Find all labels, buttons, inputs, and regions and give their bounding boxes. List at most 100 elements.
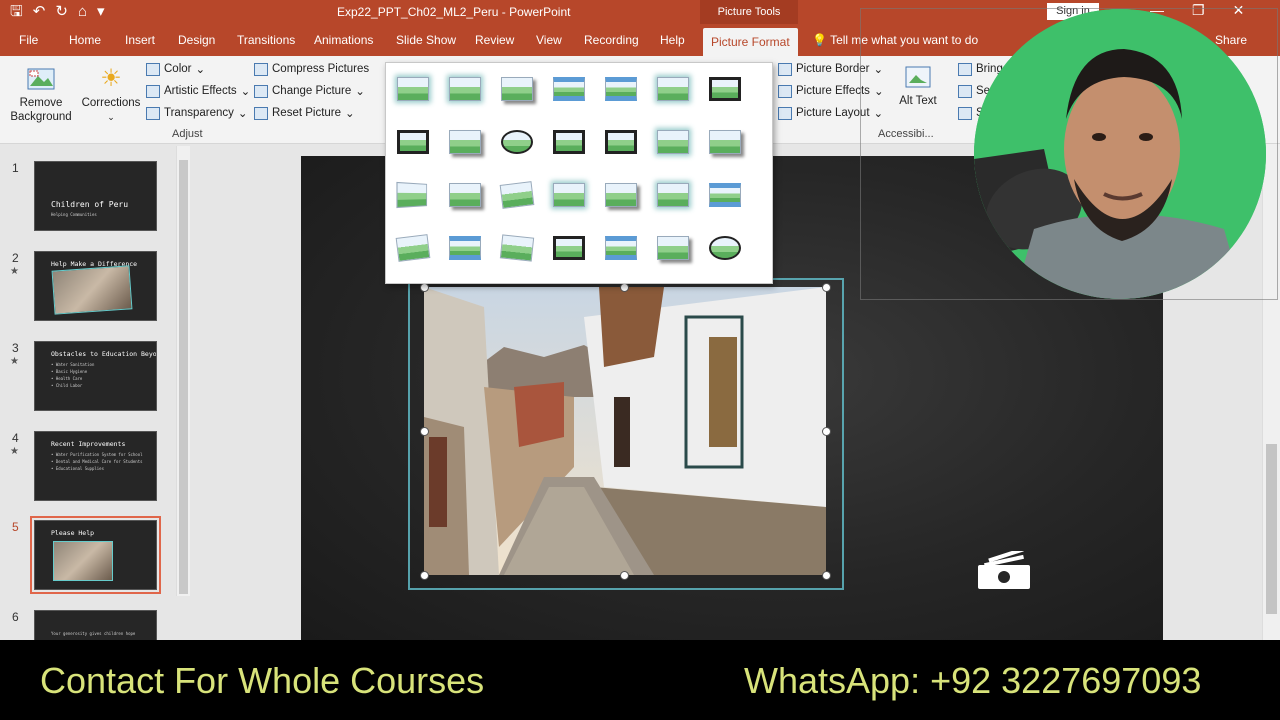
picture-style-preview-icon — [449, 130, 481, 154]
slide-thumbnail-1[interactable]: Children of Peru Helping Communities — [34, 161, 157, 231]
picture-style-option[interactable] — [602, 232, 640, 264]
picture-style-option[interactable] — [706, 179, 744, 211]
promo-banner: Contact For Whole Courses WhatsApp: +92 … — [0, 640, 1280, 720]
picture-style-option[interactable] — [550, 179, 588, 211]
slide-thumbnail-title: Obstacles to Education Beyond 6th Grade — [51, 350, 157, 358]
picture-effects-icon — [778, 84, 792, 98]
picture-style-option[interactable] — [550, 126, 588, 158]
slide-thumbnail-4[interactable]: Recent Improvements • Water Purification … — [34, 431, 157, 501]
resize-handle[interactable] — [620, 571, 629, 580]
reset-picture-button[interactable]: Reset Picture ⌄ — [254, 104, 355, 122]
tab-picture-format[interactable]: Picture Format — [703, 28, 798, 56]
tab-help[interactable]: Help — [660, 33, 685, 47]
resize-handle[interactable] — [420, 283, 429, 292]
picture-style-option[interactable] — [550, 73, 588, 105]
picture-style-option[interactable] — [394, 126, 432, 158]
picture-style-option[interactable] — [498, 232, 536, 264]
picture-style-preview-icon — [657, 236, 689, 260]
tab-animations[interactable]: Animations — [314, 33, 373, 47]
thumbnails-scrollbar[interactable] — [176, 146, 190, 596]
redo-icon[interactable]: ↻ — [55, 3, 68, 21]
present-icon[interactable]: ⌂ — [78, 3, 87, 21]
picture-style-option[interactable] — [602, 73, 640, 105]
picture-style-option[interactable] — [498, 126, 536, 158]
slide-thumbnails-pane: 1 Children of Peru Helping Communities 2 ★ He… — [0, 144, 194, 680]
resize-handle[interactable] — [822, 571, 831, 580]
quick-access-toolbar: 🖫 ↶ ↻ ⌂ ▾ — [10, 3, 105, 21]
picture-style-option[interactable] — [446, 232, 484, 264]
color-button[interactable]: Color ⌄ — [146, 60, 205, 78]
picture-style-preview-icon — [605, 236, 637, 260]
picture-style-option[interactable] — [654, 179, 692, 211]
slide-thumbnail-line: Your generosity gives children hope — [51, 631, 136, 636]
tab-view[interactable]: View — [536, 33, 562, 47]
picture-style-option[interactable] — [550, 232, 588, 264]
picture-style-option[interactable] — [706, 73, 744, 105]
resize-handle[interactable] — [822, 283, 831, 292]
picture-style-option[interactable] — [498, 73, 536, 105]
picture-style-option[interactable] — [446, 73, 484, 105]
picture-style-preview-icon — [605, 183, 637, 207]
picture-style-option[interactable] — [446, 179, 484, 211]
picture-style-option[interactable] — [394, 73, 432, 105]
resize-handle[interactable] — [822, 427, 831, 436]
picture-style-option[interactable] — [654, 126, 692, 158]
tab-transitions[interactable]: Transitions — [237, 33, 295, 47]
resize-handle[interactable] — [420, 571, 429, 580]
picture-style-preview-icon — [605, 130, 637, 154]
picture-style-option[interactable] — [602, 179, 640, 211]
resize-handle[interactable] — [420, 427, 429, 436]
picture-style-preview-icon — [553, 130, 585, 154]
picture-style-option[interactable] — [706, 126, 744, 158]
remove-background-label: Remove Background — [10, 97, 72, 123]
save-icon[interactable]: 🖫 — [10, 3, 23, 21]
tab-review[interactable]: Review — [475, 33, 514, 47]
picture-style-preview-icon — [395, 234, 431, 262]
picture-style-option[interactable] — [706, 232, 744, 264]
powerpoint-window: 🖫 ↶ ↻ ⌂ ▾ Exp22_PPT_Ch02_ML2_Peru - Powe… — [0, 0, 1280, 720]
artistic-effects-label: Artistic Effects — [164, 85, 237, 97]
picture-style-option[interactable] — [498, 179, 536, 211]
picture-style-option[interactable] — [602, 126, 640, 158]
resize-handle[interactable] — [620, 283, 629, 292]
slide-thumbnail-5[interactable]: Please Help — [30, 516, 161, 594]
picture-border-label: Picture Border — [796, 63, 870, 75]
remove-background-icon — [26, 66, 56, 92]
picture-style-preview-icon — [657, 183, 689, 207]
slide-thumbnail-2[interactable]: Help Make a Difference — [34, 251, 157, 321]
compress-pictures-button[interactable]: Compress Pictures — [254, 60, 369, 78]
picture-style-preview-icon — [553, 236, 585, 260]
selected-picture-street[interactable] — [424, 287, 826, 575]
remove-background-button[interactable]: Remove Background — [8, 62, 74, 124]
tab-file[interactable]: File — [19, 33, 38, 47]
picture-style-option[interactable] — [394, 179, 432, 211]
slide-number: 6 — [12, 610, 19, 624]
tab-recording[interactable]: Recording — [584, 33, 639, 47]
undo-icon[interactable]: ↶ — [33, 3, 46, 21]
tab-insert[interactable]: Insert — [125, 33, 155, 47]
picture-style-option[interactable] — [654, 232, 692, 264]
chevron-down-icon: ⌄ — [237, 108, 248, 120]
transparency-icon — [146, 106, 160, 120]
tab-slide-show[interactable]: Slide Show — [396, 33, 456, 47]
change-picture-button[interactable]: Change Picture ⌄ — [254, 82, 365, 100]
slide-thumbnail-picture — [51, 265, 133, 315]
scrollbar-thumb[interactable] — [1266, 444, 1277, 614]
picture-style-preview-icon — [397, 77, 429, 101]
tab-design[interactable]: Design — [178, 33, 215, 47]
transparency-label: Transparency — [164, 107, 234, 119]
picture-style-option[interactable] — [654, 73, 692, 105]
customize-qat-icon[interactable]: ▾ — [97, 3, 105, 21]
scrollbar-thumb[interactable] — [179, 160, 188, 594]
picture-style-option[interactable] — [446, 126, 484, 158]
slide-thumbnail-3[interactable]: Obstacles to Education Beyond 6th Grade •… — [34, 341, 157, 411]
picture-style-option[interactable] — [394, 232, 432, 264]
slide-thumbnail-line: Helping Communities — [51, 212, 97, 217]
slide-thumbnail-line: • Water Purification System for School — [51, 452, 143, 457]
corrections-button[interactable]: ☀ Corrections ⌄ — [80, 62, 142, 124]
transparency-button[interactable]: Transparency ⌄ — [146, 104, 248, 122]
artistic-effects-button[interactable]: Artistic Effects ⌄ — [146, 82, 250, 100]
tab-home[interactable]: Home — [69, 33, 101, 47]
picture-layout-label: Picture Layout — [796, 107, 870, 119]
picture-style-preview-icon — [553, 183, 585, 207]
